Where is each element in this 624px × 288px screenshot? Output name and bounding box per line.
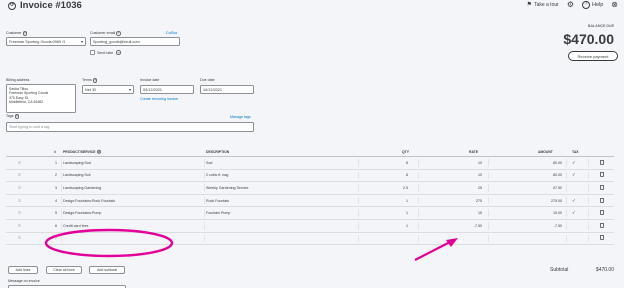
highlight-ellipse: [44, 228, 174, 258]
highlight-arrow-head: [446, 238, 458, 247]
annotation-overlay: [44, 228, 458, 261]
highlight-arrow-shaft: [414, 240, 453, 261]
